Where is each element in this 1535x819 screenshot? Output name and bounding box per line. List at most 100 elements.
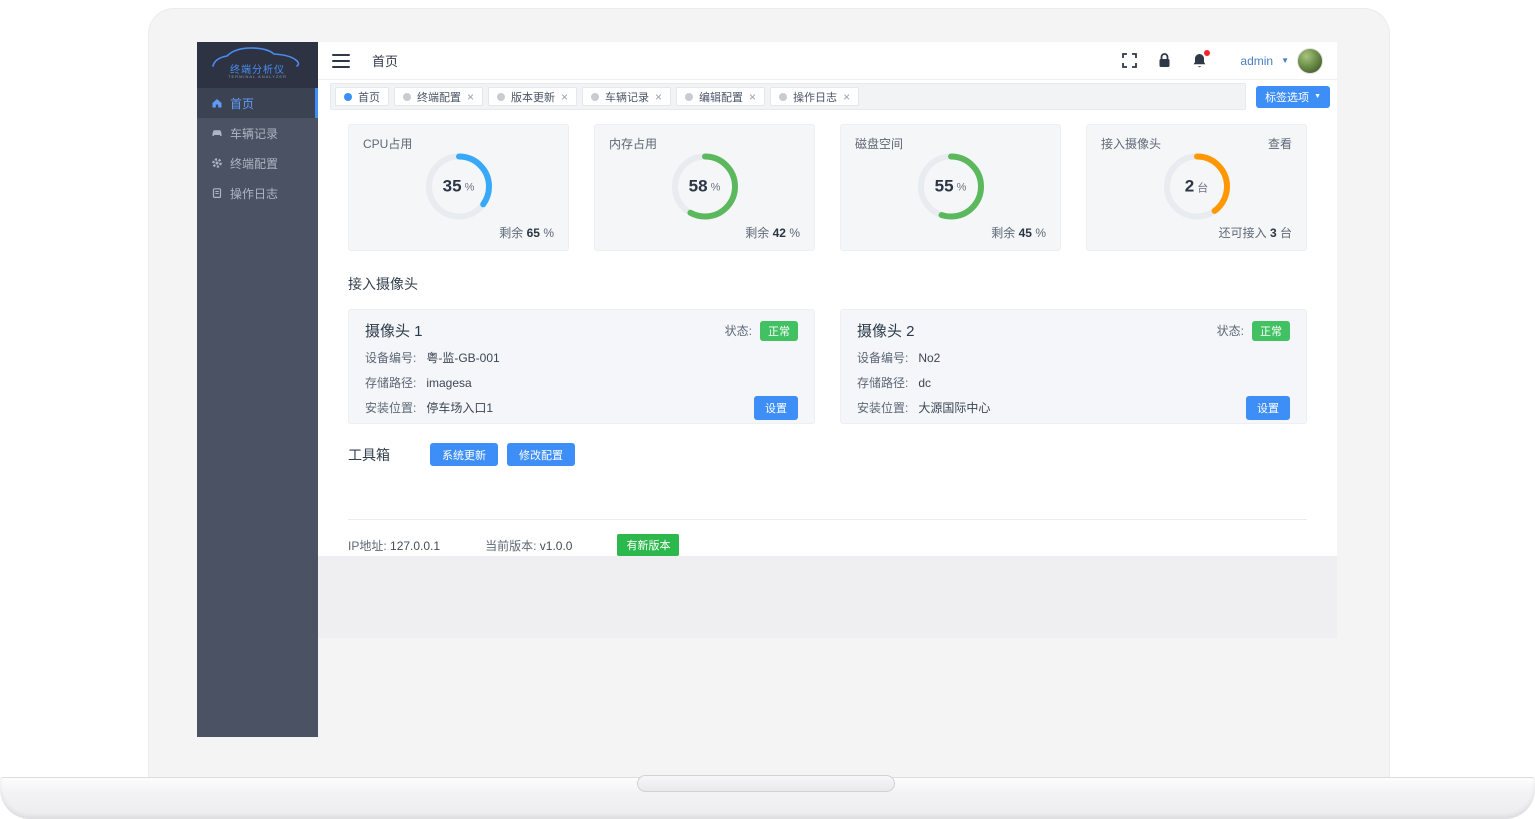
close-icon[interactable]: × — [655, 91, 662, 103]
close-icon[interactable]: × — [749, 91, 756, 103]
new-version-badge[interactable]: 有新版本 — [617, 534, 679, 556]
stat-value: 35 — [443, 176, 462, 196]
stat-card-disk: 磁盘空间 55 % 剩余 45 % — [840, 124, 1061, 251]
tab-label: 操作日志 — [793, 89, 837, 105]
stat-title: 磁盘空间 — [855, 135, 903, 152]
device-no-field: 设备编号: 粤-监-GB-001 — [365, 349, 798, 366]
avatar[interactable] — [1297, 48, 1323, 74]
tab-home[interactable]: 首页 — [335, 87, 389, 106]
sidebar-item-label: 终端配置 — [230, 155, 278, 172]
device-no-field: 设备编号: No2 — [857, 349, 1290, 366]
car-icon — [211, 127, 223, 139]
stats-row: CPU占用 35 % 剩余 65 % — [348, 124, 1307, 251]
toolbox-title: 工具箱 — [348, 445, 390, 465]
hamburger-menu-icon[interactable] — [332, 54, 350, 68]
camera-title: 摄像头 1 — [365, 320, 423, 341]
lock-icon[interactable] — [1156, 52, 1173, 69]
stat-footer: 剩余 45 % — [991, 224, 1046, 241]
close-icon[interactable]: × — [561, 91, 568, 103]
user-menu[interactable]: admin ▼ — [1240, 48, 1323, 74]
stat-title: CPU占用 — [363, 135, 412, 152]
brand-logo: 终端分析仪 TERMINAL ANALYZER — [197, 42, 318, 88]
stat-card-memory: 内存占用 58 % 剩余 42 % — [594, 124, 815, 251]
camera-ring-gauge: 2 台 — [1161, 150, 1233, 222]
location-field: 安装位置: 大源国际中心 设置 — [857, 399, 1290, 416]
stat-card-cpu: CPU占用 35 % 剩余 65 % — [348, 124, 569, 251]
stat-value: 2 — [1185, 176, 1194, 196]
stat-unit: % — [465, 179, 475, 194]
view-link[interactable]: 查看 — [1268, 135, 1292, 152]
sidebar: 终端分析仪 TERMINAL ANALYZER 首页 车辆记录 — [197, 42, 318, 737]
log-icon — [211, 187, 223, 199]
toolbox-section: 工具箱 系统更新 修改配置 — [348, 443, 1307, 466]
dashboard-content: CPU占用 35 % 剩余 65 % — [318, 113, 1337, 556]
stat-title: 接入摄像头 — [1101, 135, 1161, 152]
stat-unit: % — [711, 179, 721, 194]
sidebar-item-operation-log[interactable]: 操作日志 — [197, 178, 318, 208]
sidebar-item-home[interactable]: 首页 — [197, 88, 318, 118]
tab-dot — [403, 93, 411, 101]
disk-ring-gauge: 55 % — [915, 150, 987, 222]
status-badge: 正常 — [1252, 321, 1290, 341]
modify-config-button[interactable]: 修改配置 — [507, 443, 575, 466]
notification-dot — [1204, 50, 1210, 56]
tab-label: 终端配置 — [417, 89, 461, 105]
camera-title: 摄像头 2 — [857, 320, 915, 341]
tab-label: 首页 — [358, 89, 380, 105]
home-icon — [211, 97, 223, 109]
tab-edit-config[interactable]: 编辑配置 × — [676, 87, 765, 106]
sidebar-item-label: 首页 — [230, 95, 254, 112]
memory-ring-gauge: 58 % — [669, 150, 741, 222]
tab-operation-log[interactable]: 操作日志 × — [770, 87, 859, 106]
sidebar-menu: 首页 车辆记录 终端配置 操 — [197, 88, 318, 208]
stat-footer: 还可接入 3 台 — [1219, 224, 1292, 241]
tabstrip: 首页 终端配置 × 版本更新 × 车辆记录 × — [330, 83, 1246, 110]
status-label: 状态: — [725, 322, 752, 339]
stat-value: 55 — [935, 176, 954, 196]
stat-title: 内存占用 — [609, 135, 657, 152]
storage-path-field: 存储路径: dc — [857, 374, 1290, 391]
sidebar-item-label: 车辆记录 — [230, 125, 278, 142]
tab-version-update[interactable]: 版本更新 × — [488, 87, 577, 106]
stat-value: 58 — [689, 176, 708, 196]
current-version: 当前版本: v1.0.0 — [485, 537, 572, 554]
chevron-down-icon: ▼ — [1281, 56, 1289, 65]
topbar-actions: admin ▼ — [1121, 48, 1323, 74]
sidebar-item-vehicle-records[interactable]: 车辆记录 — [197, 118, 318, 148]
storage-path-field: 存储路径: imagesa — [365, 374, 798, 391]
username: admin — [1240, 54, 1273, 68]
cameras-section-title: 接入摄像头 — [348, 274, 1307, 294]
camera-settings-button[interactable]: 设置 — [1246, 396, 1290, 420]
tab-dot — [779, 93, 787, 101]
status-badge: 正常 — [760, 321, 798, 341]
breadcrumb: 首页 — [372, 51, 398, 70]
tab-label: 车辆记录 — [605, 89, 649, 105]
brand-subtitle: TERMINAL ANALYZER — [197, 74, 318, 79]
camera-card-2: 摄像头 2 状态: 正常 设备编号: No2 存储路径: dc — [840, 309, 1307, 424]
fullscreen-icon[interactable] — [1121, 52, 1138, 69]
stat-footer: 剩余 42 % — [745, 224, 800, 241]
tab-dot — [344, 93, 352, 101]
tab-label: 版本更新 — [511, 89, 555, 105]
close-icon[interactable]: × — [843, 91, 850, 103]
camera-settings-button[interactable]: 设置 — [754, 396, 798, 420]
chevron-down-icon: ▼ — [1314, 93, 1321, 100]
tab-vehicle-records[interactable]: 车辆记录 × — [582, 87, 671, 106]
footer-info: IP地址: 127.0.0.1 当前版本: v1.0.0 有新版本 — [348, 520, 1307, 556]
status-label: 状态: — [1217, 322, 1244, 339]
laptop-hinge-notch — [637, 775, 895, 792]
stat-card-cameras: 接入摄像头 查看 2 台 还可接入 3 台 — [1086, 124, 1307, 251]
sidebar-item-label: 操作日志 — [230, 185, 278, 202]
stat-unit: % — [957, 179, 967, 194]
system-update-button[interactable]: 系统更新 — [430, 443, 498, 466]
gear-icon — [211, 157, 223, 169]
close-icon[interactable]: × — [467, 91, 474, 103]
tag-options-button[interactable]: 标签选项▼ — [1256, 86, 1330, 108]
bell-icon[interactable] — [1191, 52, 1208, 69]
tab-terminal-config[interactable]: 终端配置 × — [394, 87, 483, 106]
location-field: 安装位置: 停车场入口1 设置 — [365, 399, 798, 416]
ip-address: IP地址: 127.0.0.1 — [348, 537, 440, 554]
sidebar-item-terminal-config[interactable]: 终端配置 — [197, 148, 318, 178]
app-window: 终端分析仪 TERMINAL ANALYZER 首页 车辆记录 — [197, 42, 1337, 737]
top-navbar: 首页 — [318, 42, 1337, 80]
